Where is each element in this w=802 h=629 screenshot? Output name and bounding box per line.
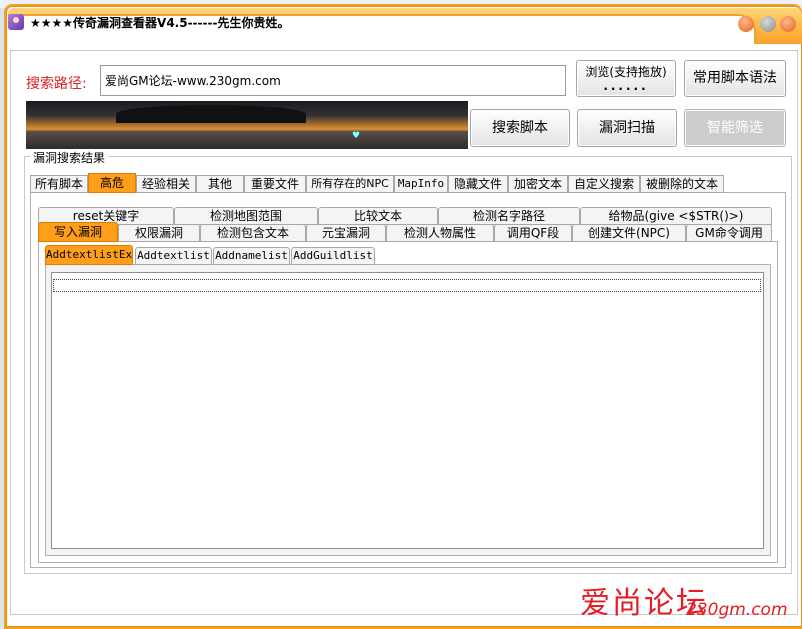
browse-button-dots: ...... xyxy=(603,79,649,93)
tab-all-scripts[interactable]: 所有脚本 xyxy=(30,175,88,193)
tab-compare-text[interactable]: 比较文本 xyxy=(318,207,438,225)
tab-addtextlist[interactable]: Addtextlist xyxy=(135,247,212,265)
window-maximize-button[interactable] xyxy=(780,16,796,32)
tab-high-risk[interactable]: 高危 xyxy=(88,173,136,193)
tab-character-attributes[interactable]: 检测人物属性 xyxy=(386,224,494,242)
tab-important-files[interactable]: 重要文件 xyxy=(244,175,306,193)
tab-permission-vulnerability[interactable]: 权限漏洞 xyxy=(118,224,200,242)
tab-other[interactable]: 其他 xyxy=(196,175,244,193)
search-path-input[interactable] xyxy=(100,65,566,96)
tab-map-range[interactable]: 检测地图范围 xyxy=(174,207,318,225)
vulnerability-scan-button[interactable]: 漏洞扫描 xyxy=(577,109,677,147)
tab-encrypted-text[interactable]: 加密文本 xyxy=(508,175,568,193)
search-path-label: 搜索路径: xyxy=(26,76,87,92)
common-syntax-button[interactable]: 常用脚本语法 xyxy=(684,60,786,97)
window-close-button[interactable] xyxy=(738,16,754,32)
banner-tree-silhouette xyxy=(116,105,306,123)
tab-write-vulnerability[interactable]: 写入漏洞 xyxy=(38,222,118,242)
tab-hidden-files[interactable]: 隐藏文件 xyxy=(448,175,508,193)
window-title: ★★★★传奇漏洞查看器V4.5------先生你贵姓。 xyxy=(30,16,290,30)
tab-custom-search[interactable]: 自定义搜索 xyxy=(568,175,640,193)
tab-experience[interactable]: 经验相关 xyxy=(136,175,196,193)
banner-ground xyxy=(26,131,468,149)
watermark: 爱尚论坛 230gm.com xyxy=(576,578,796,628)
watermark-url: 230gm.com xyxy=(686,600,788,620)
tab-contains-text[interactable]: 检测包含文本 xyxy=(200,224,306,242)
tab-mapinfo[interactable]: MapInfo xyxy=(394,175,448,193)
tab-gm-command[interactable]: GM命令调用 xyxy=(686,224,772,242)
browse-button-label: 浏览(支持拖放) xyxy=(585,65,667,79)
tab-ingot-vulnerability[interactable]: 元宝漏洞 xyxy=(306,224,386,242)
tab-addnamelist[interactable]: Addnamelist xyxy=(213,247,290,265)
list-item[interactable] xyxy=(53,279,761,292)
app-icon xyxy=(8,14,24,30)
tab-deleted-text[interactable]: 被删除的文本 xyxy=(640,175,724,193)
window-minimize-button[interactable] xyxy=(760,16,776,32)
tab-all-npc[interactable]: 所有存在的NPC xyxy=(306,175,394,193)
banner-image: ♥ xyxy=(26,101,468,149)
tab-create-file-npc[interactable]: 创建文件(NPC) xyxy=(572,224,686,242)
tab-addtextlistex[interactable]: AddtextlistEx xyxy=(45,245,133,265)
tab-name-path[interactable]: 检测名字路径 xyxy=(438,207,580,225)
search-script-button[interactable]: 搜索脚本 xyxy=(470,109,570,147)
heart-icon: ♥ xyxy=(352,131,361,141)
browse-button[interactable]: 浏览(支持拖放) ...... xyxy=(576,60,676,97)
tab-addguildlist[interactable]: AddGuildlist xyxy=(291,247,375,265)
smart-filter-button[interactable]: 智能筛选 xyxy=(684,109,786,147)
results-group-title: 漏洞搜索结果 xyxy=(30,149,109,166)
results-list[interactable] xyxy=(51,272,764,549)
tab-give-item[interactable]: 给物品(give <$STR()>) xyxy=(580,207,772,225)
tab-call-qf[interactable]: 调用QF段 xyxy=(494,224,572,242)
